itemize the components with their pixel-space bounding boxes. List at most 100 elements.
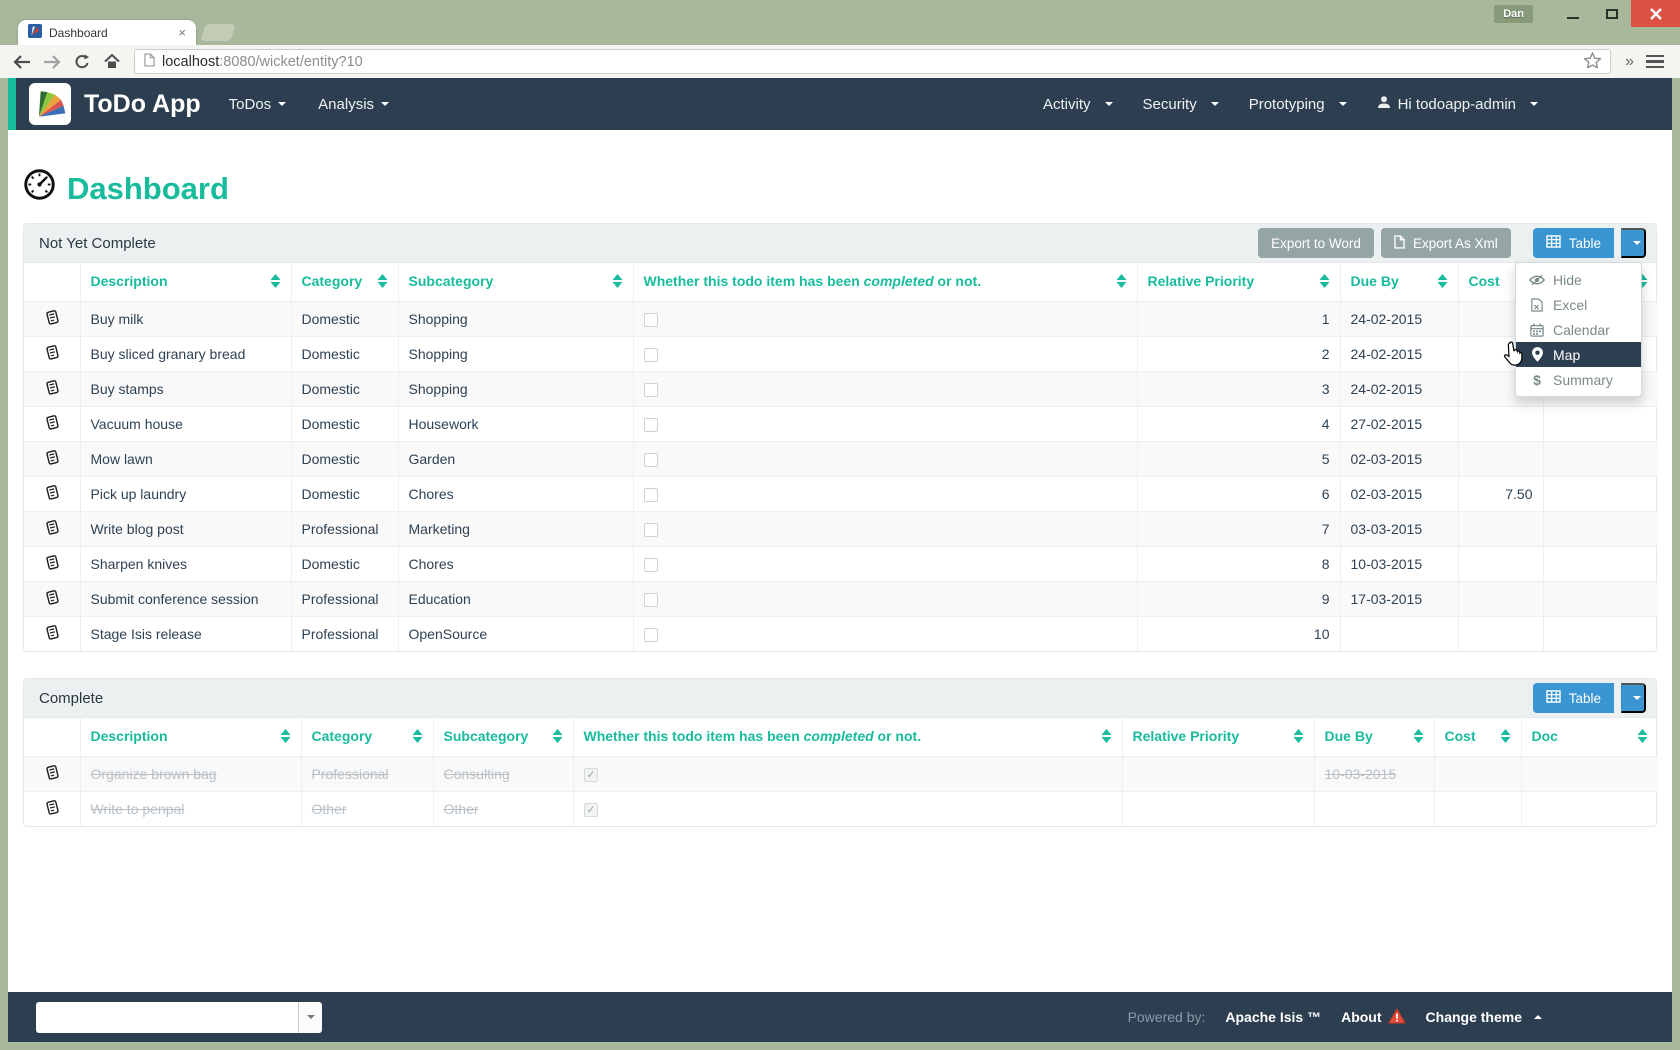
sort-icon[interactable]	[1500, 729, 1511, 746]
todo-item-icon[interactable]	[24, 407, 80, 442]
home-icon[interactable]	[98, 48, 125, 75]
col-header-doc[interactable]: Doc	[1521, 718, 1658, 757]
url-bar[interactable]: localhost:8080/wicket/entity?10	[134, 49, 1611, 74]
col-header-due[interactable]: Due By	[1340, 263, 1458, 302]
todo-item-icon[interactable]	[24, 512, 80, 547]
reload-icon[interactable]	[68, 48, 95, 75]
menu-item-excel[interactable]: Excel	[1516, 292, 1641, 317]
todo-item-icon[interactable]	[24, 302, 80, 337]
sort-icon[interactable]	[1319, 274, 1330, 291]
col-header-cost[interactable]: Cost	[1434, 718, 1521, 757]
col-header-completed[interactable]: Whether this todo item has been complete…	[633, 263, 1137, 302]
menu-item-summary[interactable]: $ Summary	[1516, 367, 1641, 392]
app-logo[interactable]	[29, 83, 71, 125]
apache-isis-link[interactable]: Apache Isis ™	[1225, 1009, 1321, 1025]
sort-icon[interactable]	[1637, 729, 1648, 746]
sort-icon[interactable]	[1293, 729, 1304, 746]
about-link[interactable]: About	[1341, 1008, 1405, 1027]
minimize-button[interactable]	[1553, 0, 1592, 27]
menu-item-map[interactable]: Map	[1516, 342, 1641, 367]
todo-item-icon[interactable]	[24, 757, 80, 792]
col-header-subcategory[interactable]: Subcategory	[433, 718, 573, 757]
cell-description[interactable]: Buy sliced granary bread	[80, 337, 291, 372]
cell-description[interactable]: Mow lawn	[80, 442, 291, 477]
combobox-caret-button[interactable]	[298, 1002, 322, 1033]
cell-description[interactable]: Buy milk	[80, 302, 291, 337]
completed-checkbox[interactable]	[644, 558, 658, 572]
col-header-due[interactable]: Due By	[1314, 718, 1434, 757]
completed-checkbox[interactable]	[644, 593, 658, 607]
table-view-caret-button[interactable]	[1621, 683, 1646, 713]
app-title[interactable]: ToDo App	[84, 90, 201, 119]
extensions-overflow-icon[interactable]: »	[1620, 53, 1639, 71]
completed-checkbox[interactable]	[644, 453, 658, 467]
todo-item-icon[interactable]	[24, 792, 80, 827]
completed-checkbox[interactable]	[644, 628, 658, 642]
todo-item-icon[interactable]	[24, 477, 80, 512]
change-theme-link[interactable]: Change theme	[1426, 1009, 1542, 1025]
nav-item-security[interactable]: Security	[1143, 96, 1219, 113]
sort-icon[interactable]	[412, 729, 423, 746]
forward-icon[interactable]	[38, 48, 65, 75]
export-to-word-button[interactable]: Export to Word	[1258, 228, 1374, 258]
nav-item-analysis[interactable]: Analysis	[318, 96, 389, 113]
back-icon[interactable]	[8, 48, 35, 75]
table-view-caret-button[interactable]	[1621, 228, 1646, 258]
cell-description[interactable]: Sharpen knives	[80, 547, 291, 582]
col-header-priority[interactable]: Relative Priority	[1137, 263, 1340, 302]
bookmark-star-icon[interactable]	[1584, 52, 1601, 72]
new-tab-button[interactable]	[200, 24, 236, 41]
browser-tab[interactable]: Dashboard ×	[18, 20, 196, 45]
col-header-description[interactable]: Description	[80, 263, 291, 302]
sort-icon[interactable]	[552, 729, 563, 746]
completed-checkbox[interactable]	[644, 383, 658, 397]
combobox-input[interactable]	[36, 1002, 298, 1033]
close-button[interactable]	[1631, 0, 1680, 27]
sort-icon[interactable]	[1437, 274, 1448, 291]
sort-icon[interactable]	[377, 274, 388, 291]
col-header-description[interactable]: Description	[80, 718, 301, 757]
sort-icon[interactable]	[612, 274, 623, 291]
cell-description[interactable]: Vacuum house	[80, 407, 291, 442]
cell-description[interactable]: Organize brown bag	[80, 757, 301, 792]
completed-checkbox[interactable]	[644, 348, 658, 362]
completed-checkbox[interactable]	[584, 803, 598, 817]
todo-item-icon[interactable]	[24, 442, 80, 477]
todo-item-icon[interactable]	[24, 372, 80, 407]
cell-description[interactable]: Stage Isis release	[80, 617, 291, 652]
browser-menu-icon[interactable]	[1642, 55, 1672, 69]
footer-combobox[interactable]	[36, 1002, 322, 1033]
col-header-category[interactable]: Category	[291, 263, 398, 302]
completed-checkbox[interactable]	[644, 488, 658, 502]
col-header-completed[interactable]: Whether this todo item has been complete…	[573, 718, 1122, 757]
table-view-button[interactable]: Table	[1533, 228, 1614, 258]
completed-checkbox[interactable]	[644, 523, 658, 537]
table-view-button[interactable]: Table	[1533, 683, 1614, 713]
col-header-priority[interactable]: Relative Priority	[1122, 718, 1314, 757]
sort-icon[interactable]	[1116, 274, 1127, 291]
tab-close-icon[interactable]: ×	[178, 26, 186, 39]
browser-profile-badge[interactable]: Dan	[1494, 5, 1533, 23]
export-as-xml-button[interactable]: Export As Xml	[1381, 228, 1511, 258]
completed-checkbox[interactable]	[644, 313, 658, 327]
nav-item-user[interactable]: Hi todoapp-admin	[1377, 95, 1538, 113]
menu-item-calendar[interactable]: Calendar	[1516, 317, 1641, 342]
nav-item-todos[interactable]: ToDos	[229, 96, 287, 113]
todo-item-icon[interactable]	[24, 547, 80, 582]
menu-item-hide[interactable]: Hide	[1516, 267, 1641, 292]
cell-description[interactable]: Write blog post	[80, 512, 291, 547]
col-header-subcategory[interactable]: Subcategory	[398, 263, 633, 302]
sort-icon[interactable]	[1101, 729, 1112, 746]
nav-item-activity[interactable]: Activity	[1043, 96, 1113, 113]
cell-description[interactable]: Write to penpal	[80, 792, 301, 827]
cell-description[interactable]: Buy stamps	[80, 372, 291, 407]
sort-icon[interactable]	[1413, 729, 1424, 746]
maximize-button[interactable]	[1592, 0, 1631, 27]
todo-item-icon[interactable]	[24, 617, 80, 652]
col-header-category[interactable]: Category	[301, 718, 433, 757]
cell-description[interactable]: Pick up laundry	[80, 477, 291, 512]
todo-item-icon[interactable]	[24, 582, 80, 617]
completed-checkbox[interactable]	[584, 768, 598, 782]
todo-item-icon[interactable]	[24, 337, 80, 372]
sort-icon[interactable]	[280, 729, 291, 746]
